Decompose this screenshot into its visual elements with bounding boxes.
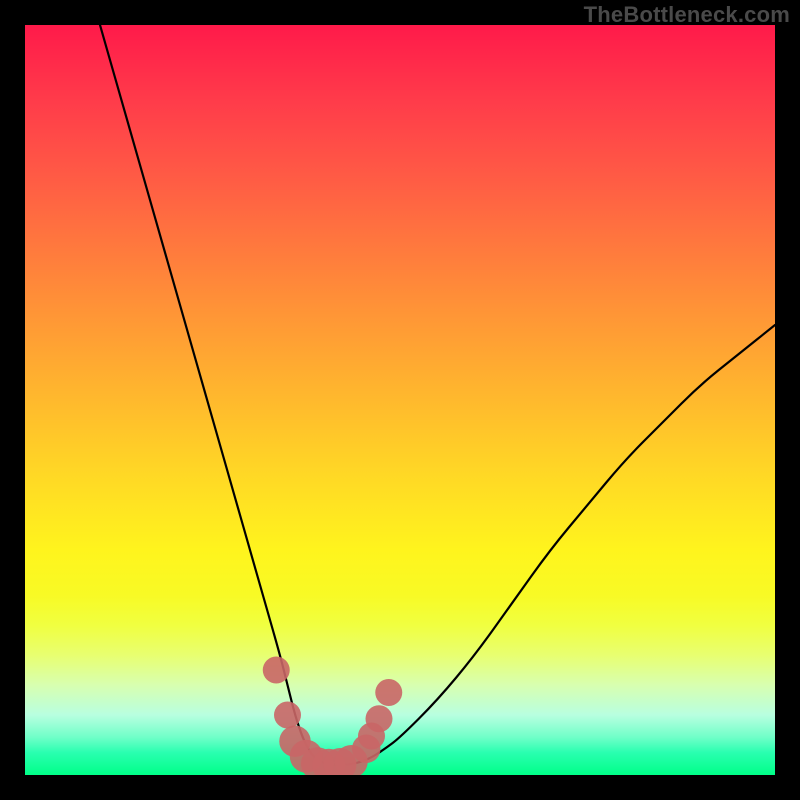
chart-frame: TheBottleneck.com (0, 0, 800, 800)
curve-marker (366, 705, 393, 732)
watermark-text: TheBottleneck.com (584, 2, 790, 28)
curve-marker (375, 679, 402, 706)
plot-area (25, 25, 775, 775)
curve-marker (274, 702, 301, 729)
bottleneck-curve (100, 25, 775, 765)
curve-markers (263, 657, 403, 776)
curve-marker (263, 657, 290, 684)
chart-svg (25, 25, 775, 775)
